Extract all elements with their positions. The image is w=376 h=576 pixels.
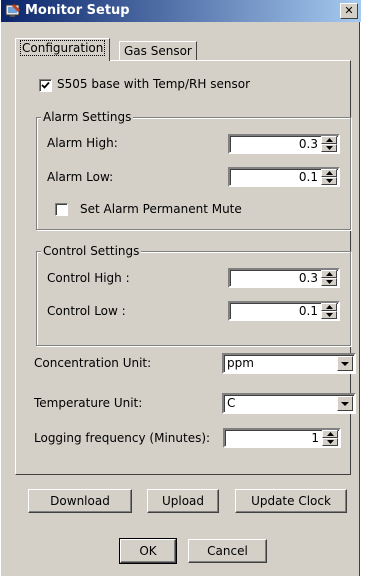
control-high-label: Control High : [47,271,130,285]
dropdown-button[interactable] [337,356,353,371]
arrow-up-icon [327,432,334,436]
close-icon: ✕ [344,4,354,17]
spin-up-button[interactable] [321,136,337,144]
tab-gas-sensor-label: Gas Sensor [124,44,192,58]
arrow-down-icon [326,179,333,183]
alarm-low-spinner[interactable]: 0.1 [228,167,340,187]
arrow-down-icon [327,440,334,444]
spin-down-button[interactable] [321,278,337,286]
chevron-down-icon [341,402,349,406]
spin-down-button[interactable] [322,438,338,446]
control-settings-group: Control Settings [36,244,351,346]
control-low-label: Control Low : [47,304,126,318]
logging-frequency-label: Logging frequency (Minutes): [34,431,211,445]
control-low-value: 0.1 [298,304,318,318]
alarm-mute-label: Set Alarm Permanent Mute [80,202,242,216]
tab-gas-sensor[interactable]: Gas Sensor [119,41,197,61]
alarm-high-value: 0.3 [298,137,318,151]
spin-up-button[interactable] [321,169,337,177]
spin-up-button[interactable] [321,270,337,278]
logging-frequency-spinner[interactable]: 1 [223,428,341,448]
alarm-settings-title: Alarm Settings [41,110,134,124]
download-button[interactable]: Download [28,489,132,513]
arrow-down-icon [326,313,333,317]
concentration-unit-select[interactable]: ppm [222,353,356,374]
checkmark-icon [41,81,50,89]
temperature-unit-select[interactable]: C [222,393,356,414]
update-clock-button[interactable]: Update Clock [235,489,347,513]
control-low-spinner[interactable]: 0.1 [228,301,340,321]
ok-button[interactable]: OK [119,538,177,564]
spin-up-button[interactable] [322,430,338,438]
close-button[interactable]: ✕ [340,3,358,19]
alarm-high-spinner[interactable]: 0.3 [228,134,340,154]
spin-up-button[interactable] [321,303,337,311]
upload-button[interactable]: Upload [147,489,219,513]
alarm-mute-checkbox[interactable] [55,203,68,216]
tab-configuration-label: Configuration [20,40,106,56]
alarm-low-value: 0.1 [298,170,318,184]
title-bar[interactable]: Monitor Setup ✕ [1,0,361,22]
base-sensor-checkbox[interactable] [39,79,52,92]
arrow-up-icon [326,138,333,142]
concentration-unit-value: ppm [227,356,254,370]
app-icon [5,3,21,19]
base-sensor-label: S505 base with Temp/RH sensor [57,77,250,91]
logging-frequency-value: 1 [311,431,319,445]
alarm-high-label: Alarm High: [47,136,118,150]
dropdown-button[interactable] [337,396,353,411]
temperature-unit-label: Temperature Unit: [34,396,143,410]
monitor-setup-dialog: Monitor Setup ✕ Configuration Gas Sensor… [0,0,361,576]
cancel-button[interactable]: Cancel [188,539,267,563]
spin-down-button[interactable] [321,177,337,185]
arrow-up-icon [326,305,333,309]
arrow-up-icon [326,171,333,175]
window-title: Monitor Setup [25,3,130,18]
control-high-spinner[interactable]: 0.3 [228,268,340,288]
control-high-value: 0.3 [298,271,318,285]
arrow-down-icon [326,280,333,284]
arrow-up-icon [326,272,333,276]
concentration-unit-label: Concentration Unit: [34,356,152,370]
tab-configuration[interactable]: Configuration [15,38,111,61]
spin-down-button[interactable] [321,311,337,319]
alarm-low-label: Alarm Low: [47,170,114,184]
chevron-down-icon [341,362,349,366]
control-settings-title: Control Settings [41,244,142,258]
temperature-unit-value: C [227,396,236,410]
arrow-down-icon [326,146,333,150]
spin-down-button[interactable] [321,144,337,152]
